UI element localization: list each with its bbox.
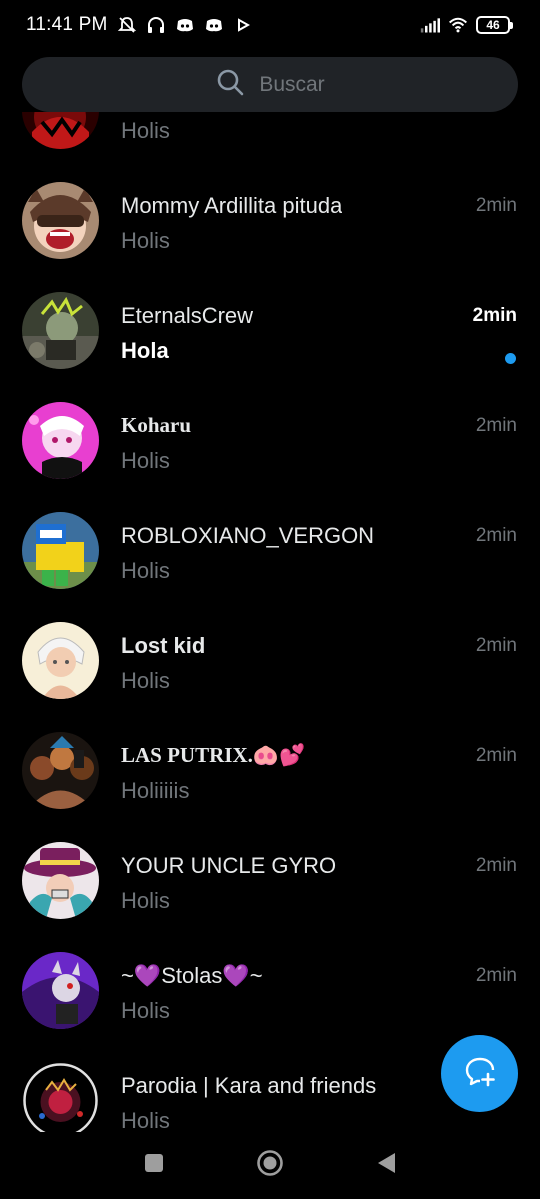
back-button[interactable] bbox=[368, 1148, 404, 1184]
recents-square-icon bbox=[143, 1152, 165, 1179]
conversation-preview: Holis bbox=[121, 118, 170, 143]
avatar bbox=[22, 952, 99, 1029]
conversation-name: Koharu bbox=[121, 413, 192, 437]
conversation-name: YOUR UNCLE GYRO bbox=[121, 853, 337, 878]
status-right: 46 bbox=[420, 15, 513, 35]
avatar bbox=[22, 622, 99, 699]
do-not-disturb-icon bbox=[117, 15, 137, 35]
conversation-time: 2min bbox=[475, 855, 517, 876]
conversation-list-inner: Holis Mommy Ardillita pituda Holis 2min … bbox=[0, 112, 540, 1132]
conversation-name: LAS PUTRIX.🐽💕 bbox=[121, 743, 306, 767]
conversation-name: EternalsCrew bbox=[121, 303, 254, 328]
conversation-preview: Holis bbox=[121, 448, 170, 473]
search-input[interactable]: Buscar bbox=[259, 73, 324, 97]
home-circle-icon bbox=[256, 1149, 284, 1182]
conversation-row[interactable]: YOUR UNCLE GYRO Holis 2min bbox=[0, 820, 540, 930]
avatar bbox=[22, 402, 99, 479]
avatar bbox=[22, 1062, 99, 1132]
avatar bbox=[22, 292, 99, 369]
conversation-preview: Hola bbox=[121, 338, 169, 363]
conversation-name: ~💜Stolas💜~ bbox=[121, 963, 263, 988]
conversation-row[interactable]: Lost kid Holis 2min bbox=[0, 600, 540, 710]
unread-dot bbox=[505, 353, 516, 364]
conversation-row[interactable]: Mommy Ardillita pituda Holis 2min bbox=[0, 160, 540, 270]
battery-icon: 46 bbox=[476, 16, 513, 34]
recents-button[interactable] bbox=[136, 1148, 172, 1184]
conversation-name: Mommy Ardillita pituda bbox=[121, 193, 343, 218]
screen: 11:41 PM 46 Buscar Holis Mommy Ardillita… bbox=[0, 0, 540, 1199]
home-button[interactable] bbox=[252, 1148, 288, 1184]
conversation-time: 2min bbox=[472, 305, 517, 326]
conversation-row[interactable]: Koharu Holis 2min bbox=[0, 380, 540, 490]
headphones-icon bbox=[146, 15, 166, 35]
conversation-row[interactable]: LAS PUTRIX.🐽💕 Holiiiiis 2min bbox=[0, 710, 540, 820]
conversation-time: 2min bbox=[475, 745, 517, 766]
status-time: 11:41 PM bbox=[26, 14, 108, 35]
search-icon bbox=[215, 67, 245, 103]
status-bar: 11:41 PM 46 bbox=[0, 0, 540, 50]
conversation-row[interactable]: ~💜Stolas💜~ Holis 2min bbox=[0, 930, 540, 1040]
avatar bbox=[22, 842, 99, 919]
conversation-name: Lost kid bbox=[121, 633, 206, 658]
signal-icon bbox=[420, 15, 440, 35]
discord-icon bbox=[204, 15, 224, 35]
conversation-row[interactable]: ROBLOXIANO_VERGON Holis 2min bbox=[0, 490, 540, 600]
conversation-time: 2min bbox=[475, 195, 517, 216]
search-bar[interactable]: Buscar bbox=[22, 57, 518, 112]
avatar bbox=[22, 112, 99, 149]
avatar bbox=[22, 182, 99, 259]
wifi-icon bbox=[448, 15, 468, 35]
conversation-preview: Holiiiiis bbox=[121, 778, 190, 803]
avatar bbox=[22, 732, 99, 809]
system-nav-bar bbox=[0, 1132, 540, 1199]
conversation-time: 2min bbox=[475, 635, 517, 656]
status-left: 11:41 PM bbox=[26, 14, 253, 36]
conversation-row[interactable]: EternalsCrew Hola 2min bbox=[0, 270, 540, 380]
avatar bbox=[22, 512, 99, 589]
play-icon bbox=[233, 15, 253, 35]
conversation-row-partial[interactable]: Holis bbox=[0, 112, 540, 160]
conversation-preview: Holis bbox=[121, 888, 170, 913]
new-message-button[interactable] bbox=[441, 1035, 518, 1112]
conversation-name: ROBLOXIANO_VERGON bbox=[121, 523, 375, 548]
back-triangle-icon bbox=[375, 1151, 397, 1180]
conversation-time: 2min bbox=[475, 415, 517, 436]
conversation-preview: Holis bbox=[121, 558, 170, 583]
conversation-time: 2min bbox=[475, 525, 517, 546]
conversation-preview: Holis bbox=[121, 668, 170, 693]
conversation-preview: Holis bbox=[121, 228, 170, 253]
conversation-time: 2min bbox=[475, 965, 517, 986]
conversation-preview: Holis bbox=[121, 998, 170, 1023]
conversation-list[interactable]: Holis Mommy Ardillita pituda Holis 2min … bbox=[0, 112, 540, 1132]
new-message-icon bbox=[463, 1054, 497, 1093]
conversation-name: Parodia | Kara and friends bbox=[121, 1073, 377, 1098]
discord-icon bbox=[175, 15, 195, 35]
conversation-preview: Holis bbox=[121, 1108, 170, 1132]
